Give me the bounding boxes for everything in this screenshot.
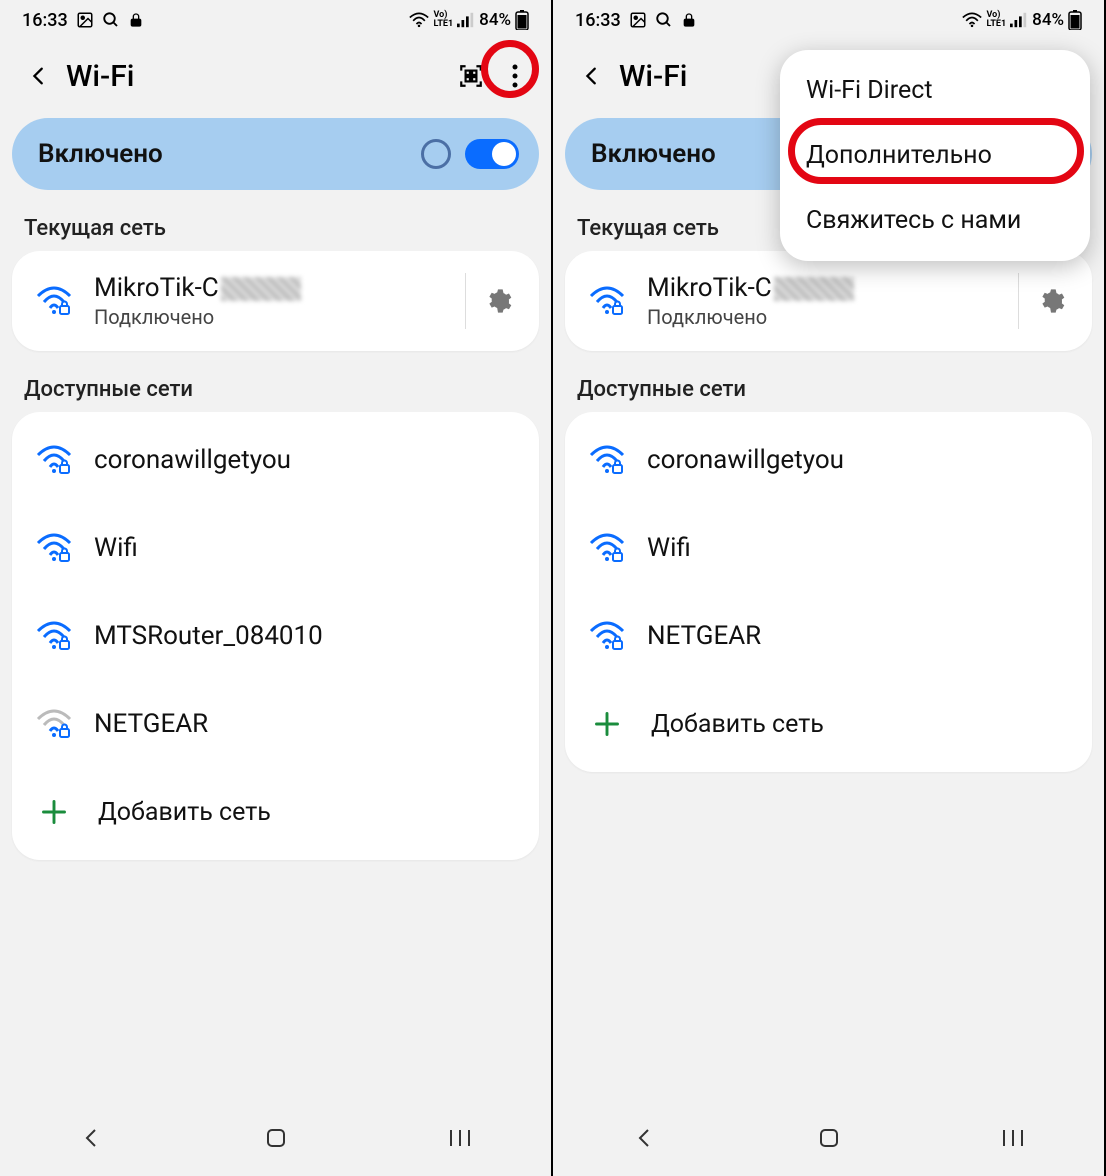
qr-scan-button[interactable] — [449, 54, 493, 98]
phone-screen-left: 16:33 Vo)LTE1 84% — [0, 0, 553, 1176]
lock-icon — [128, 11, 144, 29]
add-network-label: Добавить сеть — [651, 710, 824, 739]
current-network-card: MikroTik-C Подключено — [565, 251, 1092, 351]
nav-back-button[interactable] — [80, 1126, 104, 1154]
nav-home-button[interactable] — [817, 1126, 841, 1154]
system-nav-bar — [0, 1104, 551, 1176]
network-name: coronawillgetyou — [94, 445, 529, 475]
options-popup-menu: Wi-Fi Direct Дополнительно Свяжитесь с н… — [780, 50, 1090, 261]
search-status-icon — [102, 11, 120, 29]
app-header: Wi-Fi — [0, 40, 551, 112]
current-network-name: MikroTik-C — [94, 273, 465, 303]
wifi-status-icon — [962, 12, 982, 28]
wifi-secure-icon — [585, 621, 629, 651]
status-time: 16:33 — [22, 10, 68, 31]
wifi-toggle-row[interactable]: Включено — [12, 118, 539, 190]
battery-percent: 84% — [479, 10, 511, 30]
status-bar: 16:33 Vo)LTE1 84% — [553, 0, 1104, 40]
network-name: NETGEAR — [94, 709, 529, 739]
status-bar: 16:33 Vo)LTE1 84% — [0, 0, 551, 40]
nav-home-button[interactable] — [264, 1126, 288, 1154]
add-network-label: Добавить сеть — [98, 798, 271, 827]
lock-icon — [681, 11, 697, 29]
network-name: MTSRouter_084010 — [94, 621, 529, 651]
menu-item-contact-us[interactable]: Свяжитесь с нами — [780, 188, 1090, 253]
network-row[interactable]: coronawillgetyou — [565, 416, 1092, 504]
network-settings-button[interactable] — [465, 273, 529, 329]
current-network-card: MikroTik-C Подключено — [12, 251, 539, 351]
back-button[interactable] — [18, 55, 60, 97]
page-title: Wi-Fi — [66, 59, 449, 94]
available-networks-card: coronawillgetyou Wifi NETGEAR Добавить с… — [565, 412, 1092, 772]
back-button[interactable] — [571, 55, 613, 97]
current-network-row[interactable]: MikroTik-C Подключено — [565, 255, 1092, 347]
wifi-weak-icon — [32, 709, 76, 739]
plus-icon — [585, 710, 629, 738]
network-settings-button[interactable] — [1018, 273, 1082, 329]
wifi-secure-icon — [585, 533, 629, 563]
wifi-secure-icon — [585, 445, 629, 475]
picture-icon — [76, 11, 94, 29]
nav-recents-button[interactable] — [449, 1128, 471, 1152]
status-time: 16:33 — [575, 10, 621, 31]
wifi-secure-icon — [585, 286, 629, 316]
picture-icon — [629, 11, 647, 29]
add-network-row[interactable]: Добавить сеть — [565, 680, 1092, 768]
wifi-secure-icon — [32, 286, 76, 316]
network-row[interactable]: NETGEAR — [12, 680, 539, 768]
volte-icon: Vo)LTE1 — [433, 11, 453, 29]
network-row[interactable]: Wifi — [565, 504, 1092, 592]
signal-icon — [1010, 12, 1028, 28]
battery-icon — [515, 10, 529, 30]
current-network-row[interactable]: MikroTik-C Подключено — [12, 255, 539, 347]
battery-percent: 84% — [1032, 10, 1064, 30]
network-name: Wifi — [94, 533, 529, 563]
censored-text — [774, 277, 854, 301]
signal-icon — [457, 12, 475, 28]
nav-back-button[interactable] — [633, 1126, 657, 1154]
network-name: Wifi — [647, 533, 1082, 563]
current-network-name: MikroTik-C — [647, 273, 1018, 303]
nav-recents-button[interactable] — [1002, 1128, 1024, 1152]
wifi-secure-icon — [32, 533, 76, 563]
network-row[interactable]: Wifi — [12, 504, 539, 592]
available-networks-heading: Доступные сети — [0, 365, 551, 412]
wifi-secure-icon — [32, 445, 76, 475]
add-network-row[interactable]: Добавить сеть — [12, 768, 539, 856]
more-options-button[interactable] — [493, 54, 537, 98]
current-network-status: Подключено — [94, 305, 465, 329]
network-row[interactable]: MTSRouter_084010 — [12, 592, 539, 680]
search-status-icon — [655, 11, 673, 29]
wifi-status-icon — [409, 12, 429, 28]
refresh-spinner-icon — [421, 139, 451, 169]
system-nav-bar — [553, 1104, 1104, 1176]
network-name: NETGEAR — [647, 621, 1082, 651]
wifi-secure-icon — [32, 621, 76, 651]
current-network-status: Подключено — [647, 305, 1018, 329]
network-name: coronawillgetyou — [647, 445, 1082, 475]
plus-icon — [32, 798, 76, 826]
toggle-label: Включено — [38, 139, 421, 169]
phone-screen-right: 16:33 Vo)LTE1 84% — [553, 0, 1106, 1176]
wifi-switch[interactable] — [465, 139, 519, 169]
volte-icon: Vo)LTE1 — [986, 11, 1006, 29]
network-row[interactable]: NETGEAR — [565, 592, 1092, 680]
censored-text — [221, 277, 301, 301]
menu-item-advanced[interactable]: Дополнительно — [780, 123, 1090, 188]
battery-icon — [1068, 10, 1082, 30]
current-network-heading: Текущая сеть — [0, 204, 551, 251]
network-row[interactable]: coronawillgetyou — [12, 416, 539, 504]
available-networks-card: coronawillgetyou Wifi MTSRouter_084010 N… — [12, 412, 539, 860]
available-networks-heading: Доступные сети — [553, 365, 1104, 412]
menu-item-wifi-direct[interactable]: Wi-Fi Direct — [780, 58, 1090, 123]
